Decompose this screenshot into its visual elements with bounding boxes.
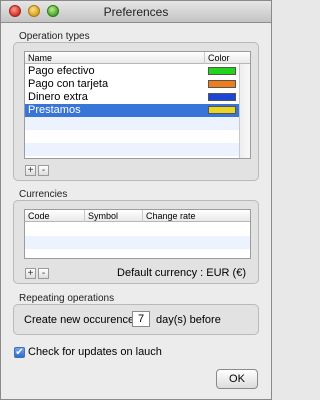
- currencies-table: Code Symbol Change rate: [24, 209, 251, 259]
- default-currency-label: Default currency : EUR (€): [117, 267, 246, 279]
- table-row[interactable]: Dinero extra: [25, 91, 250, 104]
- empty-row: [25, 143, 250, 156]
- create-occurences-label: Create new occurences: [24, 314, 140, 326]
- title-bar: Preferences: [1, 1, 271, 23]
- operation-types-group: Name Color Pago efectivo Pago con tarjet…: [13, 42, 259, 181]
- preferences-window: Preferences Operation types Name Color P…: [0, 0, 272, 400]
- table-row[interactable]: Pago efectivo: [25, 65, 250, 78]
- checkmark-icon: ✔: [15, 347, 24, 358]
- empty-row: [25, 249, 250, 258]
- empty-row: [25, 117, 250, 130]
- table-row-selected[interactable]: Prestamos: [25, 104, 250, 117]
- color-swatch[interactable]: [208, 93, 236, 101]
- currencies-header: Code Symbol Change rate: [25, 210, 250, 222]
- check-updates-label[interactable]: Check for updates on lauch: [28, 346, 162, 358]
- table-row[interactable]: Pago con tarjeta: [25, 78, 250, 91]
- repeating-operations-group: Create new occurences 7 day(s) before: [13, 304, 259, 335]
- operation-types-table: Name Color Pago efectivo Pago con tarjet…: [24, 51, 251, 159]
- check-updates-checkbox[interactable]: ✔: [14, 347, 25, 358]
- ok-button[interactable]: OK: [216, 369, 258, 389]
- operation-type-name: Prestamos: [28, 104, 81, 116]
- currencies-label: Currencies: [19, 189, 68, 200]
- column-header-symbol[interactable]: Symbol: [85, 210, 143, 222]
- color-swatch[interactable]: [208, 67, 236, 75]
- add-operation-type-button[interactable]: +: [25, 165, 36, 176]
- window-title: Preferences: [103, 5, 169, 19]
- empty-row: [25, 130, 250, 143]
- operation-types-label: Operation types: [19, 31, 90, 42]
- empty-row: [25, 223, 250, 236]
- days-before-label: day(s) before: [156, 314, 221, 326]
- currencies-group: Code Symbol Change rate + - Default curr…: [13, 200, 259, 284]
- operation-type-name: Dinero extra: [28, 91, 88, 103]
- column-header-name[interactable]: Name: [25, 52, 205, 64]
- empty-row: [25, 236, 250, 249]
- operation-type-name: Pago con tarjeta: [28, 78, 109, 90]
- color-swatch[interactable]: [208, 106, 236, 114]
- color-swatch[interactable]: [208, 80, 236, 88]
- remove-operation-type-button[interactable]: -: [38, 165, 49, 176]
- repeating-operations-label: Repeating operations: [19, 293, 115, 304]
- operation-type-name: Pago efectivo: [28, 65, 95, 77]
- vertical-scrollbar[interactable]: [239, 64, 250, 158]
- remove-currency-button[interactable]: -: [38, 268, 49, 279]
- days-before-input[interactable]: 7: [132, 311, 150, 327]
- column-header-color[interactable]: Color: [205, 52, 241, 64]
- column-header-change-rate[interactable]: Change rate: [143, 210, 250, 222]
- add-currency-button[interactable]: +: [25, 268, 36, 279]
- operation-types-header: Name Color: [25, 52, 250, 64]
- column-header-code[interactable]: Code: [25, 210, 85, 222]
